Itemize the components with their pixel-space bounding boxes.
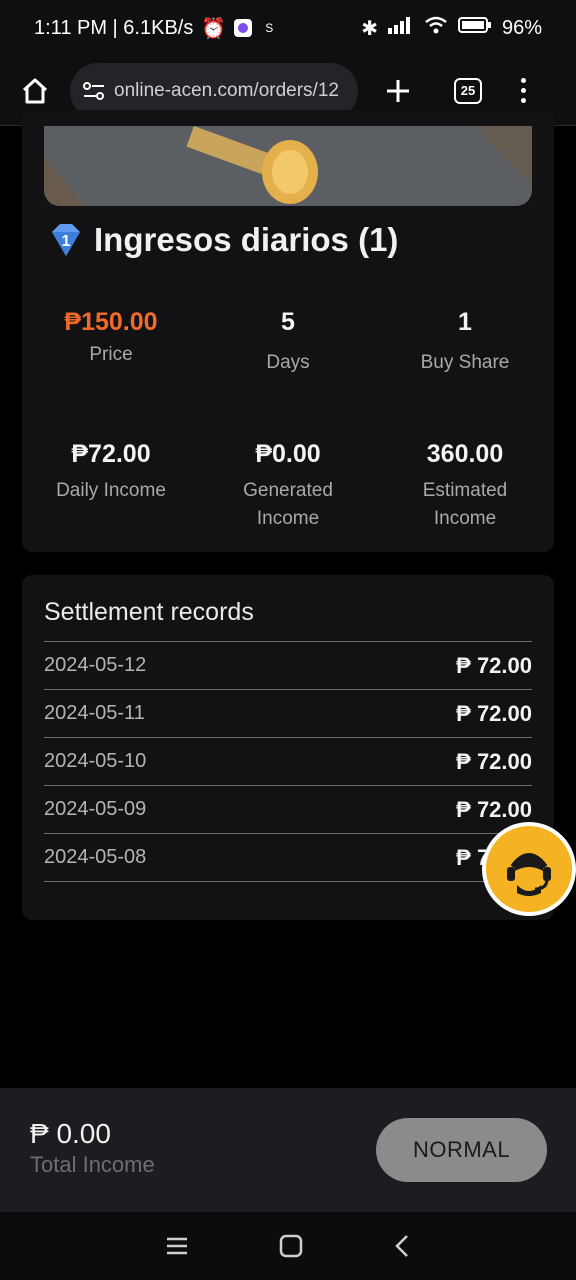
stat-label: Days [266, 352, 310, 373]
home-icon [22, 78, 48, 103]
record-date: 2024-05-10 [44, 750, 147, 772]
normal-button[interactable]: NORMAL [376, 1118, 547, 1182]
stat-price: ₱150.00 Price [22, 308, 200, 369]
home-nav-icon[interactable] [278, 1233, 304, 1259]
stat-value: ₱150.00 [64, 308, 158, 336]
alarm-icon: ⏰ [201, 17, 227, 40]
more-menu-button[interactable] [498, 78, 548, 103]
record-date: 2024-05-08 [44, 846, 147, 868]
record-amount: ₱ 72.00 [456, 700, 532, 726]
stat-label: Buy Share [420, 352, 510, 373]
messenger-icon [234, 19, 253, 37]
tab-count: 25 [454, 77, 482, 104]
product-title-row: 1 Ingresos diarios (1) [44, 218, 398, 262]
status-time-speed: 1:11 PM | 6.1KB/s [34, 16, 194, 39]
stat-value: 5 [281, 308, 295, 336]
stat-label: Estimated Income [422, 480, 508, 529]
wifi-icon [424, 16, 448, 40]
record-row: 2024-05-08 ₱ 72.00 [44, 834, 532, 882]
stat-value: 360.00 [426, 440, 504, 468]
status-bar: 1:11 PM | 6.1KB/s ⏰ S ✱ 96% [0, 0, 576, 56]
headset-agent-icon [507, 853, 551, 896]
record-date: 2024-05-12 [44, 654, 147, 676]
stat-generated-income: ₱0.00 Generated Income [199, 440, 377, 533]
record-row: 2024-05-12 ₱ 72.00 [44, 642, 532, 690]
stat-value: ₱0.00 [255, 440, 321, 468]
site-settings-icon [83, 81, 104, 100]
badge-number: 1 [62, 233, 71, 250]
menu-dot [520, 78, 526, 83]
stat-label: Generated Income [243, 480, 333, 529]
stat-value: ₱72.00 [71, 440, 151, 468]
stat-buy-share: 1 Buy Share [376, 308, 554, 377]
plus-icon [387, 79, 409, 102]
customer-support-button[interactable] [482, 822, 576, 916]
record-row: 2024-05-09 ₱ 72.00 [44, 786, 532, 834]
bluetooth-icon: ✱ [361, 17, 378, 40]
record-date: 2024-05-09 [44, 798, 147, 820]
stat-estimated-income: 360.00 Estimated Income [376, 440, 554, 533]
stat-days: 5 Days [199, 308, 377, 377]
battery-percent: 96% [501, 16, 542, 39]
recents-icon[interactable] [164, 1235, 190, 1257]
bottom-action-bar: ₱ 0.00 Total Income NORMAL [0, 1088, 576, 1212]
signal-icon [387, 16, 414, 40]
product-title: Ingresos diarios (1) [94, 221, 399, 258]
record-amount: ₱ 72.00 [456, 748, 532, 774]
record-amount: ₱ 72.00 [456, 652, 532, 678]
total-income-value: ₱ 0.00 [30, 1118, 111, 1149]
record-amount: ₱ 72.00 [456, 796, 532, 822]
records-title: Settlement records [44, 598, 532, 642]
tab-switcher-button[interactable]: 25 [438, 77, 498, 104]
stat-daily-income: ₱72.00 Daily Income [22, 440, 200, 505]
record-date: 2024-05-11 [44, 702, 145, 724]
status-left: 1:11 PM | 6.1KB/s ⏰ S [34, 16, 279, 41]
url-text: online-acen.com/orders/12 [114, 79, 339, 101]
settlement-records-card: Settlement records 2024-05-12 ₱ 72.00 20… [22, 575, 554, 920]
diamond-badge-icon: 1 [52, 224, 80, 256]
product-image [44, 126, 532, 206]
stat-label: Price [89, 344, 133, 365]
menu-dot [520, 88, 526, 93]
total-income-label: Total Income [30, 1152, 155, 1177]
menu-dot [520, 98, 526, 103]
status-right: ✱ 96% [361, 16, 542, 41]
record-row: 2024-05-10 ₱ 72.00 [44, 738, 532, 786]
stat-value: 1 [458, 308, 472, 336]
battery-icon [457, 16, 492, 40]
s-app-icon: S [260, 19, 279, 37]
system-nav-bar [0, 1212, 576, 1280]
back-icon[interactable] [392, 1233, 412, 1259]
product-card: 1 Ingresos diarios (1) ₱150.00 Price 5 D… [22, 110, 554, 552]
record-row: 2024-05-11 ₱ 72.00 [44, 690, 532, 738]
stat-label: Daily Income [56, 480, 166, 501]
